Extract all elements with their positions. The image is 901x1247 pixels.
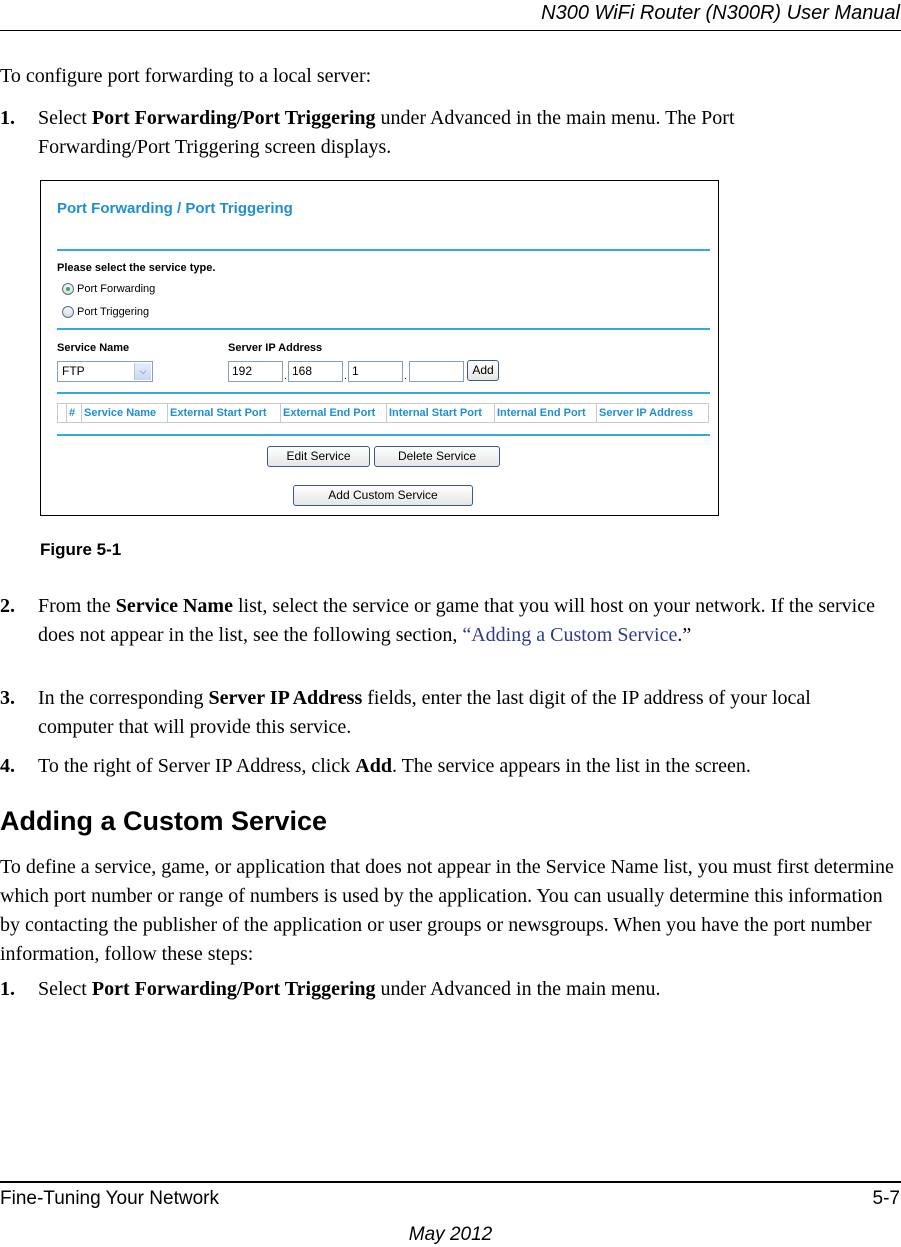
manual-title: N300 WiFi Router (N300R) User Manual [541, 2, 900, 24]
ui-reference: Service Name [115, 595, 233, 617]
step-number: 1. [0, 107, 15, 129]
column-header-internal-start-port: Internal Start Port [387, 404, 495, 422]
step-text: From the Service Name list, select the s… [38, 595, 875, 646]
radio-port-triggering[interactable]: Port Triggering [62, 306, 149, 318]
divider [57, 392, 710, 394]
divider [57, 249, 710, 251]
step-4: 4. To the right of Server IP Address, cl… [0, 752, 901, 781]
column-header-select [58, 404, 67, 422]
footer-rule [0, 1181, 901, 1183]
column-header-external-start-port: External Start Port [168, 404, 281, 422]
service-name-label: Service Name [57, 342, 130, 354]
ui-reference: Port Forwarding/Port Triggering [91, 978, 376, 1000]
figure-router-screenshot: Port Forwarding / Port Triggering Please… [40, 180, 719, 516]
step-1: 1. Select Port Forwarding/Port Triggerin… [0, 104, 901, 162]
page-header: N300 WiFi Router (N300R) User Manual [0, 0, 901, 31]
step-2: 2. From the Service Name list, select th… [0, 592, 901, 679]
ip-separator: . [284, 371, 287, 382]
delete-service-button[interactable]: Delete Service [374, 446, 500, 467]
column-header-external-end-port: External End Port [281, 404, 387, 422]
publication-date: May 2012 [408, 1224, 493, 1245]
ui-reference: Server IP Address [208, 687, 363, 709]
radio-checked-icon[interactable] [62, 283, 74, 295]
intro-text: To configure port forwarding to a local … [0, 65, 372, 87]
step-number: 4. [0, 755, 15, 777]
ip-separator: . [344, 371, 347, 382]
edit-service-button[interactable]: Edit Service [267, 446, 370, 467]
figure-caption: Figure 5-1 [40, 540, 122, 559]
divider [57, 328, 710, 330]
services-table-header: # Service Name External Start Port Exter… [57, 403, 709, 423]
column-header-number: # [67, 404, 82, 422]
radio-port-forwarding[interactable]: Port Forwarding [62, 283, 155, 295]
step-text: To the right of Server IP Address, click… [38, 755, 751, 777]
step-text: Select Port Forwarding/Port Triggering u… [38, 107, 735, 158]
ui-page-title: Port Forwarding / Port Triggering [57, 200, 293, 217]
ip-octet-1-input[interactable]: 192 [228, 361, 283, 382]
column-header-internal-end-port: Internal End Port [495, 404, 597, 422]
ui-reference: Port Forwarding/Port Triggering [91, 107, 376, 129]
section-step-1: 1. Select Port Forwarding/Port Triggerin… [0, 975, 901, 1004]
service-name-select[interactable]: FTP ⌵ [57, 361, 153, 382]
ip-octet-4-input[interactable] [409, 361, 464, 382]
section-paragraph: To define a service, game, or applicatio… [0, 856, 894, 965]
chapter-title: Fine-Tuning Your Network [0, 1188, 219, 1209]
chevron-down-icon[interactable]: ⌵ [134, 363, 151, 380]
column-header-service-name: Service Name [82, 404, 168, 422]
page-number: 5-7 [872, 1188, 900, 1209]
ip-octet-3-input[interactable]: 1 [348, 361, 403, 382]
ui-reference: Add [355, 755, 392, 777]
ip-octet-2-input[interactable]: 168 [288, 361, 343, 382]
radio-unchecked-icon[interactable] [62, 306, 74, 318]
add-button[interactable]: Add [467, 360, 499, 381]
section-heading: Adding a Custom Service [0, 806, 328, 836]
server-ip-label: Server IP Address [228, 342, 323, 354]
step-number: 1. [0, 978, 15, 1000]
cross-reference-link[interactable]: “Adding a Custom Service [462, 624, 677, 646]
divider [57, 434, 710, 436]
step-number: 3. [0, 687, 15, 709]
ip-separator: . [404, 371, 407, 382]
add-custom-service-button[interactable]: Add Custom Service [293, 485, 473, 506]
step-3: 3. In the corresponding Server IP Addres… [0, 684, 901, 742]
column-header-server-ip: Server IP Address [599, 407, 694, 419]
service-type-label: Please select the service type. [57, 262, 216, 274]
step-text: Select Port Forwarding/Port Triggering u… [38, 978, 661, 1000]
step-text: In the corresponding Server IP Address f… [38, 687, 811, 738]
step-number: 2. [0, 595, 15, 617]
